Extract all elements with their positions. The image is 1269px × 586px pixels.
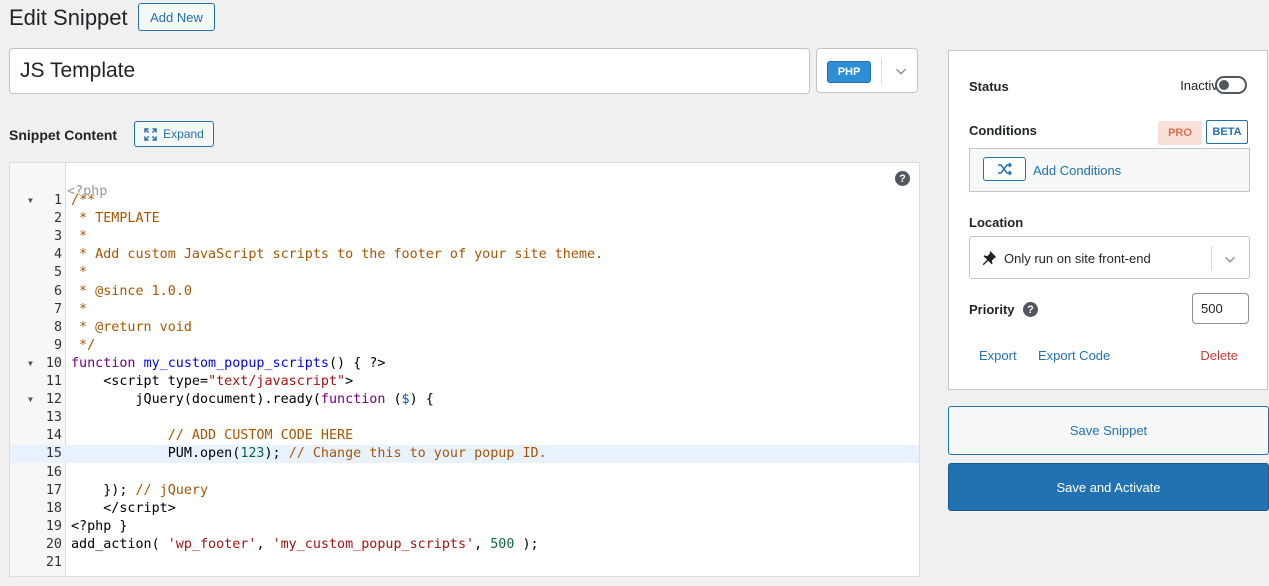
status-label: Status bbox=[969, 79, 1009, 94]
line-number: 2 bbox=[53, 211, 62, 227]
line-number: 7 bbox=[53, 301, 62, 317]
pro-badge: PRO bbox=[1158, 121, 1202, 145]
add-conditions-button[interactable] bbox=[983, 157, 1026, 181]
code-text: * @since 1.0.0 bbox=[71, 283, 192, 299]
php-badge: PHP bbox=[827, 61, 871, 83]
code-line[interactable]: 2 * TEMPLATE bbox=[10, 210, 919, 228]
code-line[interactable]: ▼ 1/** bbox=[10, 192, 919, 210]
code-line[interactable]: ▼ 10 function my_custom_popup_scripts() { … bbox=[10, 355, 919, 373]
location-select[interactable]: Only run on site front-end bbox=[969, 236, 1250, 279]
save-snippet-button[interactable]: Save Snippet bbox=[948, 406, 1269, 455]
code-text: // ADD CUSTOM CODE HERE bbox=[167, 428, 354, 444]
line-number: 10 bbox=[45, 355, 62, 371]
code-text: }); // jQuery bbox=[71, 482, 209, 498]
status-toggle[interactable] bbox=[1215, 76, 1247, 94]
code-line[interactable]: 16 bbox=[10, 464, 919, 482]
code-text: * Add custom JavaScript scripts to the f… bbox=[71, 247, 604, 263]
code-text: * bbox=[71, 265, 88, 281]
code-line[interactable]: 13 bbox=[10, 409, 919, 427]
line-number: 6 bbox=[53, 283, 62, 299]
expand-icon bbox=[144, 127, 157, 141]
line-number: 3 bbox=[53, 229, 62, 245]
snippet-title-input[interactable]: JS Template bbox=[9, 48, 810, 94]
location-value: Only run on site front-end bbox=[1004, 251, 1151, 266]
line-number: 15 bbox=[45, 446, 62, 462]
line-number: 21 bbox=[45, 555, 62, 570]
toggle-knob bbox=[1219, 80, 1229, 90]
code-text: <?php } bbox=[71, 518, 128, 534]
code-text: jQuery(document).ready(function ($) { bbox=[71, 392, 434, 408]
line-number: 5 bbox=[53, 265, 62, 281]
code-text: function my_custom_popup_scripts() { ?> bbox=[71, 355, 386, 371]
code-line[interactable]: 20 add_action( 'wp_footer', 'my_custom_po… bbox=[10, 536, 919, 554]
snippet-settings-panel: Status Inactive Conditions PRO BETA Add … bbox=[948, 50, 1268, 390]
help-icon[interactable]: ? bbox=[1023, 302, 1038, 317]
language-select[interactable]: PHP bbox=[816, 48, 918, 93]
code-line[interactable]: 8 * @return void bbox=[10, 319, 919, 337]
expand-label: Expand bbox=[163, 127, 204, 141]
code-text: add_action( 'wp_footer', 'my_custom_popu… bbox=[71, 536, 539, 552]
code-line[interactable]: 18 </script> bbox=[10, 500, 919, 518]
code-line[interactable]: 17 }); // jQuery bbox=[10, 482, 919, 500]
conditions-label: Conditions bbox=[969, 123, 1037, 138]
save-and-activate-button[interactable]: Save and Activate bbox=[948, 463, 1269, 511]
priority-label: Priority bbox=[969, 302, 1015, 317]
code-line[interactable]: 4 * Add custom JavaScript scripts to the… bbox=[10, 246, 919, 264]
code-line[interactable]: 21 bbox=[10, 554, 919, 572]
code-line[interactable]: 6 * @since 1.0.0 bbox=[10, 283, 919, 301]
code-text: PUM.open(123); // Change this to your po… bbox=[71, 446, 547, 462]
line-number: 19 bbox=[45, 518, 62, 534]
code-line[interactable]: 19 <?php } bbox=[10, 518, 919, 536]
code-preamble: <?php bbox=[67, 184, 108, 199]
line-number: 12 bbox=[45, 392, 62, 408]
code-line[interactable]: 15 PUM.open(123); // Change this to your… bbox=[10, 445, 919, 464]
export-code-link[interactable]: Export Code bbox=[1038, 348, 1110, 363]
line-number: 11 bbox=[45, 374, 62, 389]
export-link[interactable]: Export bbox=[979, 348, 1017, 363]
code-text: /** bbox=[71, 193, 96, 208]
divider bbox=[1211, 246, 1212, 270]
conditions-box: Add Conditions bbox=[969, 148, 1250, 192]
shuffle-icon bbox=[997, 162, 1012, 176]
code-line[interactable]: 9 */ bbox=[10, 337, 919, 355]
expand-button[interactable]: Expand bbox=[134, 121, 214, 147]
line-number: 17 bbox=[45, 482, 62, 498]
line-number: 13 bbox=[45, 410, 62, 426]
code-editor[interactable]: <?php ? ▼ 1/** 2 * TEMPLATE 3 * 4 * Add cust… bbox=[9, 162, 920, 577]
code-text: * bbox=[71, 229, 88, 245]
help-icon[interactable]: ? bbox=[895, 171, 910, 186]
line-number: 9 bbox=[53, 337, 62, 353]
location-label: Location bbox=[969, 215, 1024, 230]
code-text: </script> bbox=[71, 500, 176, 516]
code-line[interactable]: 14 // ADD CUSTOM CODE HERE bbox=[10, 427, 919, 445]
chevron-down-icon bbox=[1224, 256, 1236, 263]
snippet-content-label: Snippet Content bbox=[9, 127, 118, 143]
code-line[interactable]: 3 * bbox=[10, 228, 919, 246]
code-text: */ bbox=[71, 337, 96, 353]
line-number: 20 bbox=[45, 536, 62, 552]
code-line[interactable]: 7 * bbox=[10, 301, 919, 319]
line-number: 18 bbox=[45, 500, 62, 516]
code-line[interactable]: 11 <script type="text/javascript"> bbox=[10, 373, 919, 391]
delete-link[interactable]: Delete bbox=[1200, 348, 1238, 363]
code-text: <script type="text/javascript"> bbox=[71, 374, 354, 389]
line-number: 16 bbox=[45, 464, 62, 480]
divider bbox=[881, 58, 882, 85]
pin-icon bbox=[982, 250, 997, 266]
code-line[interactable]: ▼ 12 jQuery(document).ready(function ($) … bbox=[10, 391, 919, 409]
line-number: 14 bbox=[45, 428, 62, 444]
beta-badge: BETA bbox=[1206, 120, 1248, 144]
line-number: 1 bbox=[53, 193, 62, 208]
priority-input[interactable]: 500 bbox=[1192, 293, 1249, 324]
code-text: * bbox=[71, 301, 88, 317]
code-text: * @return void bbox=[71, 319, 192, 335]
line-number: 4 bbox=[53, 247, 62, 263]
code-text: * TEMPLATE bbox=[71, 211, 160, 227]
add-new-button[interactable]: Add New bbox=[138, 3, 215, 31]
chevron-down-icon bbox=[895, 68, 907, 75]
code-line[interactable]: 5 * bbox=[10, 264, 919, 282]
page-title: Edit Snippet bbox=[9, 5, 128, 30]
line-number: 8 bbox=[53, 319, 62, 335]
add-conditions-link[interactable]: Add Conditions bbox=[1033, 163, 1121, 178]
